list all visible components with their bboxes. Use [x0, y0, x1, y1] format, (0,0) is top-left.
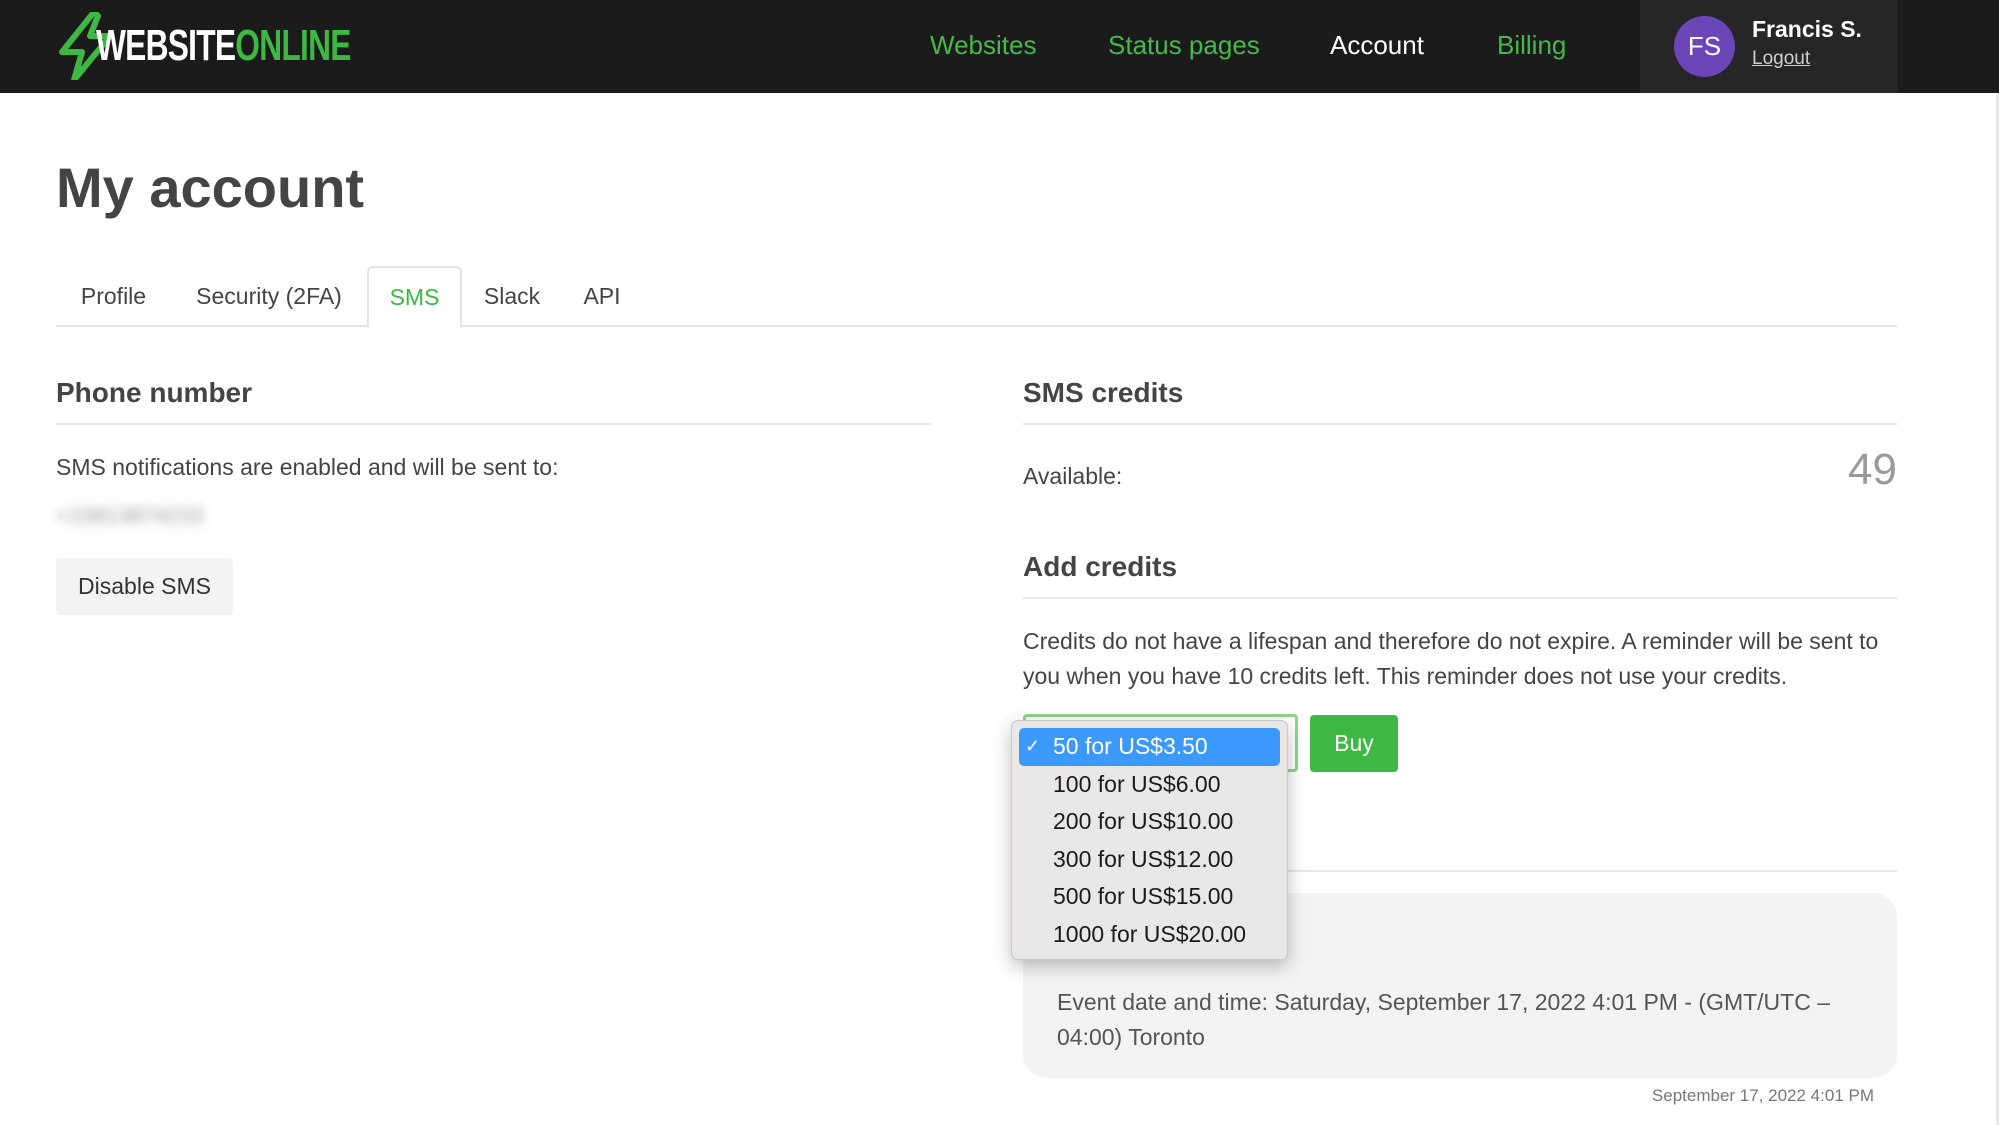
- tab-security-2fa[interactable]: Security (2FA): [171, 266, 367, 327]
- available-credits-value: 49: [1848, 445, 1897, 494]
- option-label: 500 for US$15.00: [1053, 883, 1234, 910]
- option-label: 1000 for US$20.00: [1053, 920, 1247, 947]
- sms-credits-heading: SMS credits: [1023, 377, 1184, 408]
- event-date-text: Event date and time: Saturday, September…: [1057, 989, 1830, 1050]
- logo-text: WEBSITEONLINE: [96, 21, 351, 70]
- dropdown-option[interactable]: 300 for US$12.00: [1019, 841, 1280, 879]
- checkmark-icon: ✓: [1025, 736, 1041, 757]
- nav-billing[interactable]: Billing: [1497, 30, 1566, 61]
- logout-link[interactable]: Logout: [1752, 48, 1810, 70]
- dropdown-option[interactable]: 200 for US$10.00: [1019, 803, 1280, 841]
- dropdown-option[interactable]: 500 for US$15.00: [1019, 878, 1280, 916]
- credits-description: Credits do not have a lifespan and there…: [1023, 628, 1879, 689]
- phone-number-redacted: +15813874233: [56, 503, 204, 528]
- dropdown-option[interactable]: 100 for US$6.00: [1019, 766, 1280, 804]
- option-label: 300 for US$12.00: [1053, 845, 1234, 872]
- account-tabs: Profile Security (2FA) SMS Slack API: [56, 266, 1897, 329]
- top-navigation-bar: WEBSITEONLINE Websites Status pages Acco…: [0, 0, 1999, 93]
- nav-status-pages[interactable]: Status pages: [1108, 30, 1260, 61]
- page-title: My account: [56, 156, 365, 219]
- tab-slack[interactable]: Slack: [462, 266, 562, 327]
- buy-button[interactable]: Buy: [1310, 715, 1398, 772]
- phone-number-heading: Phone number: [56, 377, 253, 408]
- nav-account[interactable]: Account: [1330, 30, 1424, 61]
- divider: [1023, 597, 1897, 599]
- tab-api[interactable]: API: [562, 266, 642, 327]
- option-label: 200 for US$10.00: [1053, 808, 1234, 835]
- user-name: Francis S.: [1752, 16, 1862, 42]
- user-menu: FS Francis S. Logout: [1640, 0, 1898, 93]
- option-label: 100 for US$6.00: [1053, 770, 1221, 797]
- tab-sms[interactable]: SMS: [367, 266, 462, 329]
- dropdown-option[interactable]: ✓ 50 for US$3.50: [1019, 728, 1280, 766]
- add-credits-heading: Add credits: [1023, 551, 1178, 582]
- divider: [56, 423, 931, 425]
- dropdown-option[interactable]: 1000 for US$20.00: [1019, 916, 1280, 954]
- sms-status-text: SMS notifications are enabled and will b…: [56, 454, 559, 480]
- disable-sms-button[interactable]: Disable SMS: [56, 558, 233, 615]
- available-label: Available:: [1023, 463, 1123, 489]
- site-logo[interactable]: WEBSITEONLINE: [56, 12, 450, 80]
- event-timestamp: September 17, 2022 4:01 PM: [1651, 1086, 1874, 1105]
- credit-package-dropdown[interactable]: ✓ 50 for US$3.50 100 for US$6.00 200 for…: [1011, 720, 1288, 960]
- option-label: 50 for US$3.50: [1053, 733, 1208, 760]
- tab-profile[interactable]: Profile: [56, 266, 171, 327]
- avatar[interactable]: FS: [1674, 16, 1735, 77]
- nav-websites[interactable]: Websites: [930, 30, 1036, 61]
- divider: [1023, 423, 1897, 425]
